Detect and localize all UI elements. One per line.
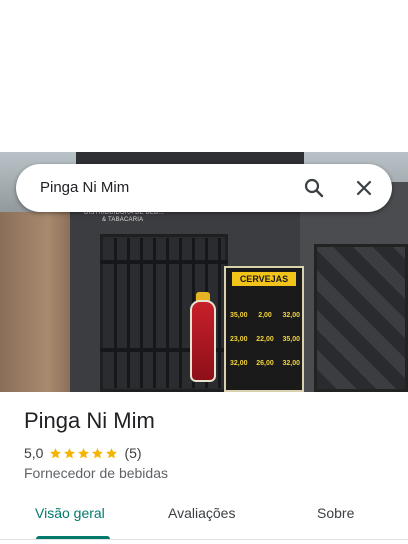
rating-row[interactable]: 5,0 (5) <box>24 444 142 462</box>
search-input[interactable]: Pinga Ni Mim <box>40 179 129 196</box>
tab-reviews[interactable]: Avaliações <box>168 505 235 521</box>
photo-right-door <box>314 244 408 392</box>
search-bar[interactable]: Pinga Ni Mim <box>16 164 392 212</box>
photo-left-wall <box>0 212 80 392</box>
star-rating <box>49 447 118 460</box>
star-icon <box>50 447 62 458</box>
star-icon <box>64 447 76 458</box>
rating-value: 5,0 <box>24 445 44 461</box>
photo-price-row: 23,00 22,00 35,00 <box>230 336 300 343</box>
tab-about[interactable]: Sobre <box>317 505 354 521</box>
review-count[interactable]: (5) <box>124 445 141 461</box>
photo-soda-bottle <box>190 300 216 382</box>
photo-poster-title: CERVEJAS <box>232 272 296 286</box>
close-icon[interactable] <box>352 176 376 200</box>
photo-price-row: 35,00 2,00 32,00 <box>230 312 300 319</box>
tab-overview[interactable]: Visão geral <box>35 505 105 521</box>
star-icon <box>78 447 90 458</box>
photo-gate-crossbar <box>100 260 228 264</box>
place-category: Fornecedor de bebidas <box>24 465 168 481</box>
search-icon[interactable] <box>302 176 326 200</box>
star-icon <box>106 447 118 458</box>
star-icon <box>92 447 104 458</box>
photo-sign-text: DISTRIBUIDORA DE BEB... & TABACARIA <box>84 210 164 223</box>
photo-price-row: 32,00 26,00 32,00 <box>230 360 300 367</box>
place-title: Pinga Ni Mim <box>24 408 155 433</box>
tab-bar: Visão geral Avaliações Sobre <box>0 496 408 544</box>
tabs-divider <box>0 539 408 540</box>
